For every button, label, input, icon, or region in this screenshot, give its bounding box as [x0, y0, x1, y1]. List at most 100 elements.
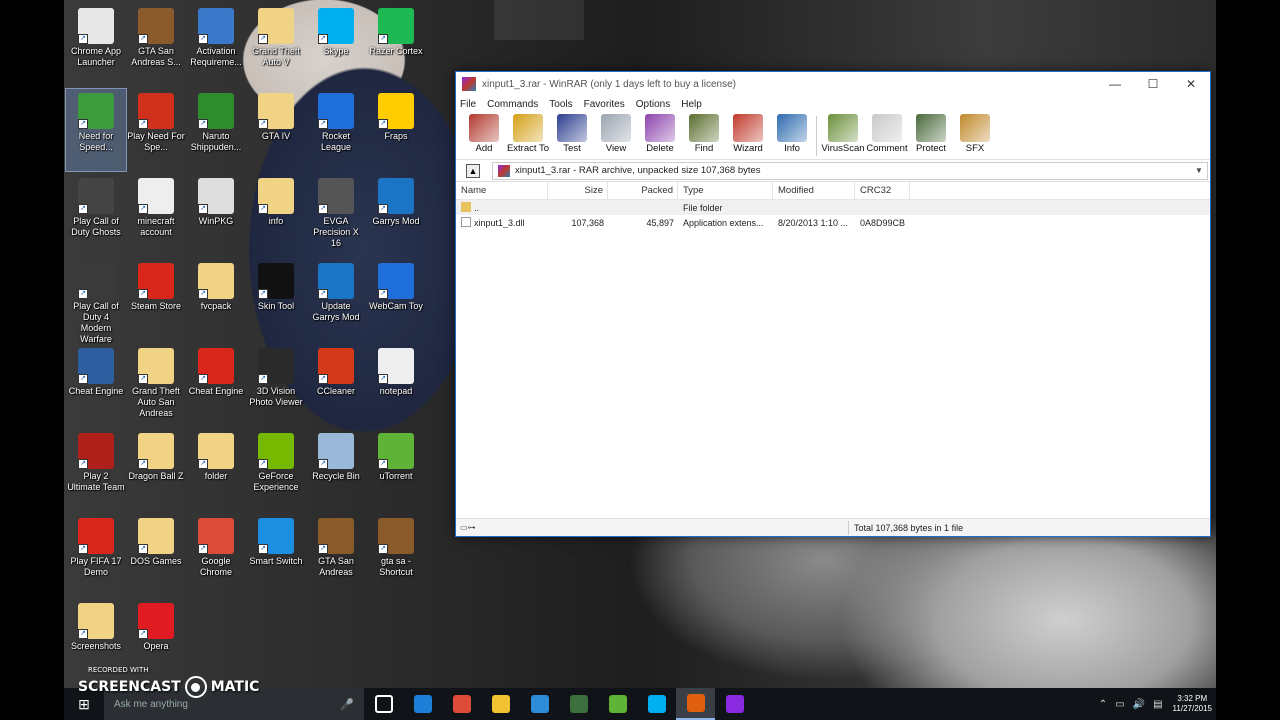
taskbar-app-vortex[interactable]	[559, 688, 598, 720]
desktop-icon[interactable]: ↗ Play Need For Spe...	[126, 89, 186, 171]
desktop-icon[interactable]: ↗ DOS Games	[126, 514, 186, 596]
menu-help[interactable]: Help	[681, 99, 702, 110]
desktop-icon[interactable]: ↗ Google Chrome	[186, 514, 246, 596]
column-name[interactable]: Name	[456, 181, 548, 200]
desktop-icon[interactable]: ↗ Garrys Mod	[366, 174, 426, 256]
desktop-icon[interactable]: ↗ Update Garrys Mod	[306, 259, 366, 341]
column-type[interactable]: Type	[678, 181, 773, 200]
desktop-icon[interactable]: ↗ Play 2 Ultimate Team	[66, 429, 126, 511]
desktop-icon[interactable]: ↗ Naruto Shippuden...	[186, 89, 246, 171]
shortcut-arrow-icon: ↗	[78, 34, 88, 44]
desktop-icon[interactable]: ↗ Cheat Engine	[66, 344, 126, 426]
desktop-icon[interactable]: ↗ Activation Requireme...	[186, 4, 246, 86]
volume-icon[interactable]: 🔊	[1133, 699, 1145, 710]
close-button[interactable]: ✕	[1172, 72, 1210, 96]
menu-favorites[interactable]: Favorites	[584, 99, 625, 110]
toolbar-button-virusscan[interactable]: VirusScan	[821, 112, 865, 154]
network-icon[interactable]: ▭	[1115, 699, 1124, 710]
desktop-icon[interactable]: ↗ Grand Theft Auto V	[246, 4, 306, 86]
path-box[interactable]: xinput1_3.rar - RAR archive, unpacked si…	[492, 161, 1208, 180]
desktop-icon[interactable]: ↗ GeForce Experience	[246, 429, 306, 511]
desktop-icon[interactable]: ↗ GTA San Andreas	[306, 514, 366, 596]
menu-tools[interactable]: Tools	[549, 99, 572, 110]
desktop-icon[interactable]: ↗ Grand Theft Auto San Andreas	[126, 344, 186, 426]
minimize-button[interactable]: —	[1096, 72, 1134, 96]
desktop-icon[interactable]: ↗ Recycle Bin	[306, 429, 366, 511]
desktop-icon[interactable]: ↗ notepad	[366, 344, 426, 426]
desktop-icon[interactable]: ↗ WinPKG	[186, 174, 246, 256]
menu-commands[interactable]: Commands	[487, 99, 538, 110]
desktop-icon-label: Grand Theft Auto San Andreas	[132, 386, 180, 418]
desktop-icon[interactable]: ↗ gta sa - Shortcut	[366, 514, 426, 596]
file-explorer-icon	[491, 695, 510, 713]
taskbar-app-screencast[interactable]	[676, 688, 715, 720]
desktop-icon[interactable]: ↗ folder	[186, 429, 246, 511]
drive-icon[interactable]: ▭⊶	[460, 523, 490, 533]
table-row[interactable]: .. File folder	[456, 200, 1210, 215]
desktop-icon[interactable]: ↗ Chrome App Launcher	[66, 4, 126, 86]
desktop-icon[interactable]: ↗ minecraft account	[126, 174, 186, 256]
maximize-button[interactable]: ☐	[1134, 72, 1172, 96]
desktop-icon[interactable]: ↗ GTA IV	[246, 89, 306, 171]
toolbar-button-add[interactable]: Add	[462, 112, 506, 154]
toolbar-button-extract-to[interactable]: Extract To	[506, 112, 550, 154]
desktop-icon[interactable]: ↗ EVGA Precision X 16	[306, 174, 366, 256]
find-icon	[689, 114, 719, 142]
taskbar-app-rdp[interactable]	[520, 688, 559, 720]
toolbar-button-wizard[interactable]: Wizard	[726, 112, 770, 154]
desktop-icon[interactable]: ↗ uTorrent	[366, 429, 426, 511]
taskbar-app-edge[interactable]	[403, 688, 442, 720]
desktop-icon[interactable]: ↗ Steam Store	[126, 259, 186, 341]
title-bar[interactable]: xinput1_3.rar - WinRAR (only 1 days left…	[456, 72, 1210, 96]
taskbar-app-skype[interactable]	[637, 688, 676, 720]
chevron-up-icon[interactable]: ⌃	[1099, 699, 1107, 710]
desktop-icon-label: Smart Switch	[249, 556, 303, 566]
menu-file[interactable]: File	[460, 99, 476, 110]
desktop-icon[interactable]: ↗ 3D Vision Photo Viewer	[246, 344, 306, 426]
toolbar-button-protect[interactable]: Protect	[909, 112, 953, 154]
desktop-icon[interactable]: ↗ Dragon Ball Z	[126, 429, 186, 511]
taskbar-app-chrome[interactable]	[442, 688, 481, 720]
desktop-icon[interactable]: ↗ Rocket League	[306, 89, 366, 171]
desktop-icon[interactable]: ↗ Skin Tool	[246, 259, 306, 341]
clock[interactable]: 3:32 PM 11/27/2015	[1173, 694, 1212, 714]
desktop-icon[interactable]: ↗ Smart Switch	[246, 514, 306, 596]
taskbar-app-utorrent[interactable]	[598, 688, 637, 720]
desktop-icon[interactable]: ↗ GTA San Andreas S...	[126, 4, 186, 86]
column-packed[interactable]: Packed	[608, 181, 678, 200]
toolbar-button-sfx[interactable]: SFX	[953, 112, 997, 154]
toolbar-button-comment[interactable]: Comment	[865, 112, 909, 154]
desktop-icon[interactable]: ↗ fvcpack	[186, 259, 246, 341]
toolbar-button-delete[interactable]: Delete	[638, 112, 682, 154]
desktop-icon[interactable]: ↗ Razer Cortex	[366, 4, 426, 86]
desktop-icon-label: Steam Store	[130, 301, 182, 311]
desktop-icon[interactable]: ↗ info	[246, 174, 306, 256]
toolbar-button-info[interactable]: Info	[770, 112, 814, 154]
toolbar-button-test[interactable]: Test	[550, 112, 594, 154]
toolbar-button-find[interactable]: Find	[682, 112, 726, 154]
desktop-icon[interactable]: ↗ Fraps	[366, 89, 426, 171]
desktop-icon[interactable]: ↗ WebCam Toy	[366, 259, 426, 341]
desktop-icon[interactable]: ↗ Play Call of Duty 4 Modern Warfare	[66, 259, 126, 344]
toolbar-button-view[interactable]: View	[594, 112, 638, 154]
column-modified[interactable]: Modified	[773, 181, 855, 200]
column-size[interactable]: Size	[548, 181, 608, 200]
taskbar-app-task-view[interactable]	[364, 688, 403, 720]
chevron-down-icon[interactable]: ▼	[1195, 166, 1207, 175]
desktop-icon-label: gta sa - Shortcut	[379, 556, 413, 577]
taskbar-app-file-explorer[interactable]	[481, 688, 520, 720]
column-crc32[interactable]: CRC32	[855, 181, 910, 200]
desktop-icon[interactable]: ↗ CCleaner	[306, 344, 366, 426]
table-row[interactable]: xinput1_3.dll 107,368 45,897 Application…	[456, 215, 1210, 230]
desktop-icon[interactable]: ↗ Need for Speed...	[65, 88, 127, 172]
vortex-icon	[569, 695, 588, 713]
up-folder-icon[interactable]: ▲	[466, 163, 480, 178]
message-icon[interactable]: ▤	[1153, 699, 1162, 710]
desktop-icon[interactable]: ↗ Play Call of Duty Ghosts	[66, 174, 126, 256]
desktop-icon[interactable]: ↗ Play FIFA 17 Demo	[66, 514, 126, 596]
menu-options[interactable]: Options	[636, 99, 670, 110]
desktop-icon[interactable]: ↗ Cheat Engine	[186, 344, 246, 426]
desktop-icon[interactable]: ↗ Skype	[306, 4, 366, 86]
microphone-icon[interactable]: 🎤	[340, 698, 354, 711]
taskbar-app-winrar[interactable]	[715, 688, 754, 720]
